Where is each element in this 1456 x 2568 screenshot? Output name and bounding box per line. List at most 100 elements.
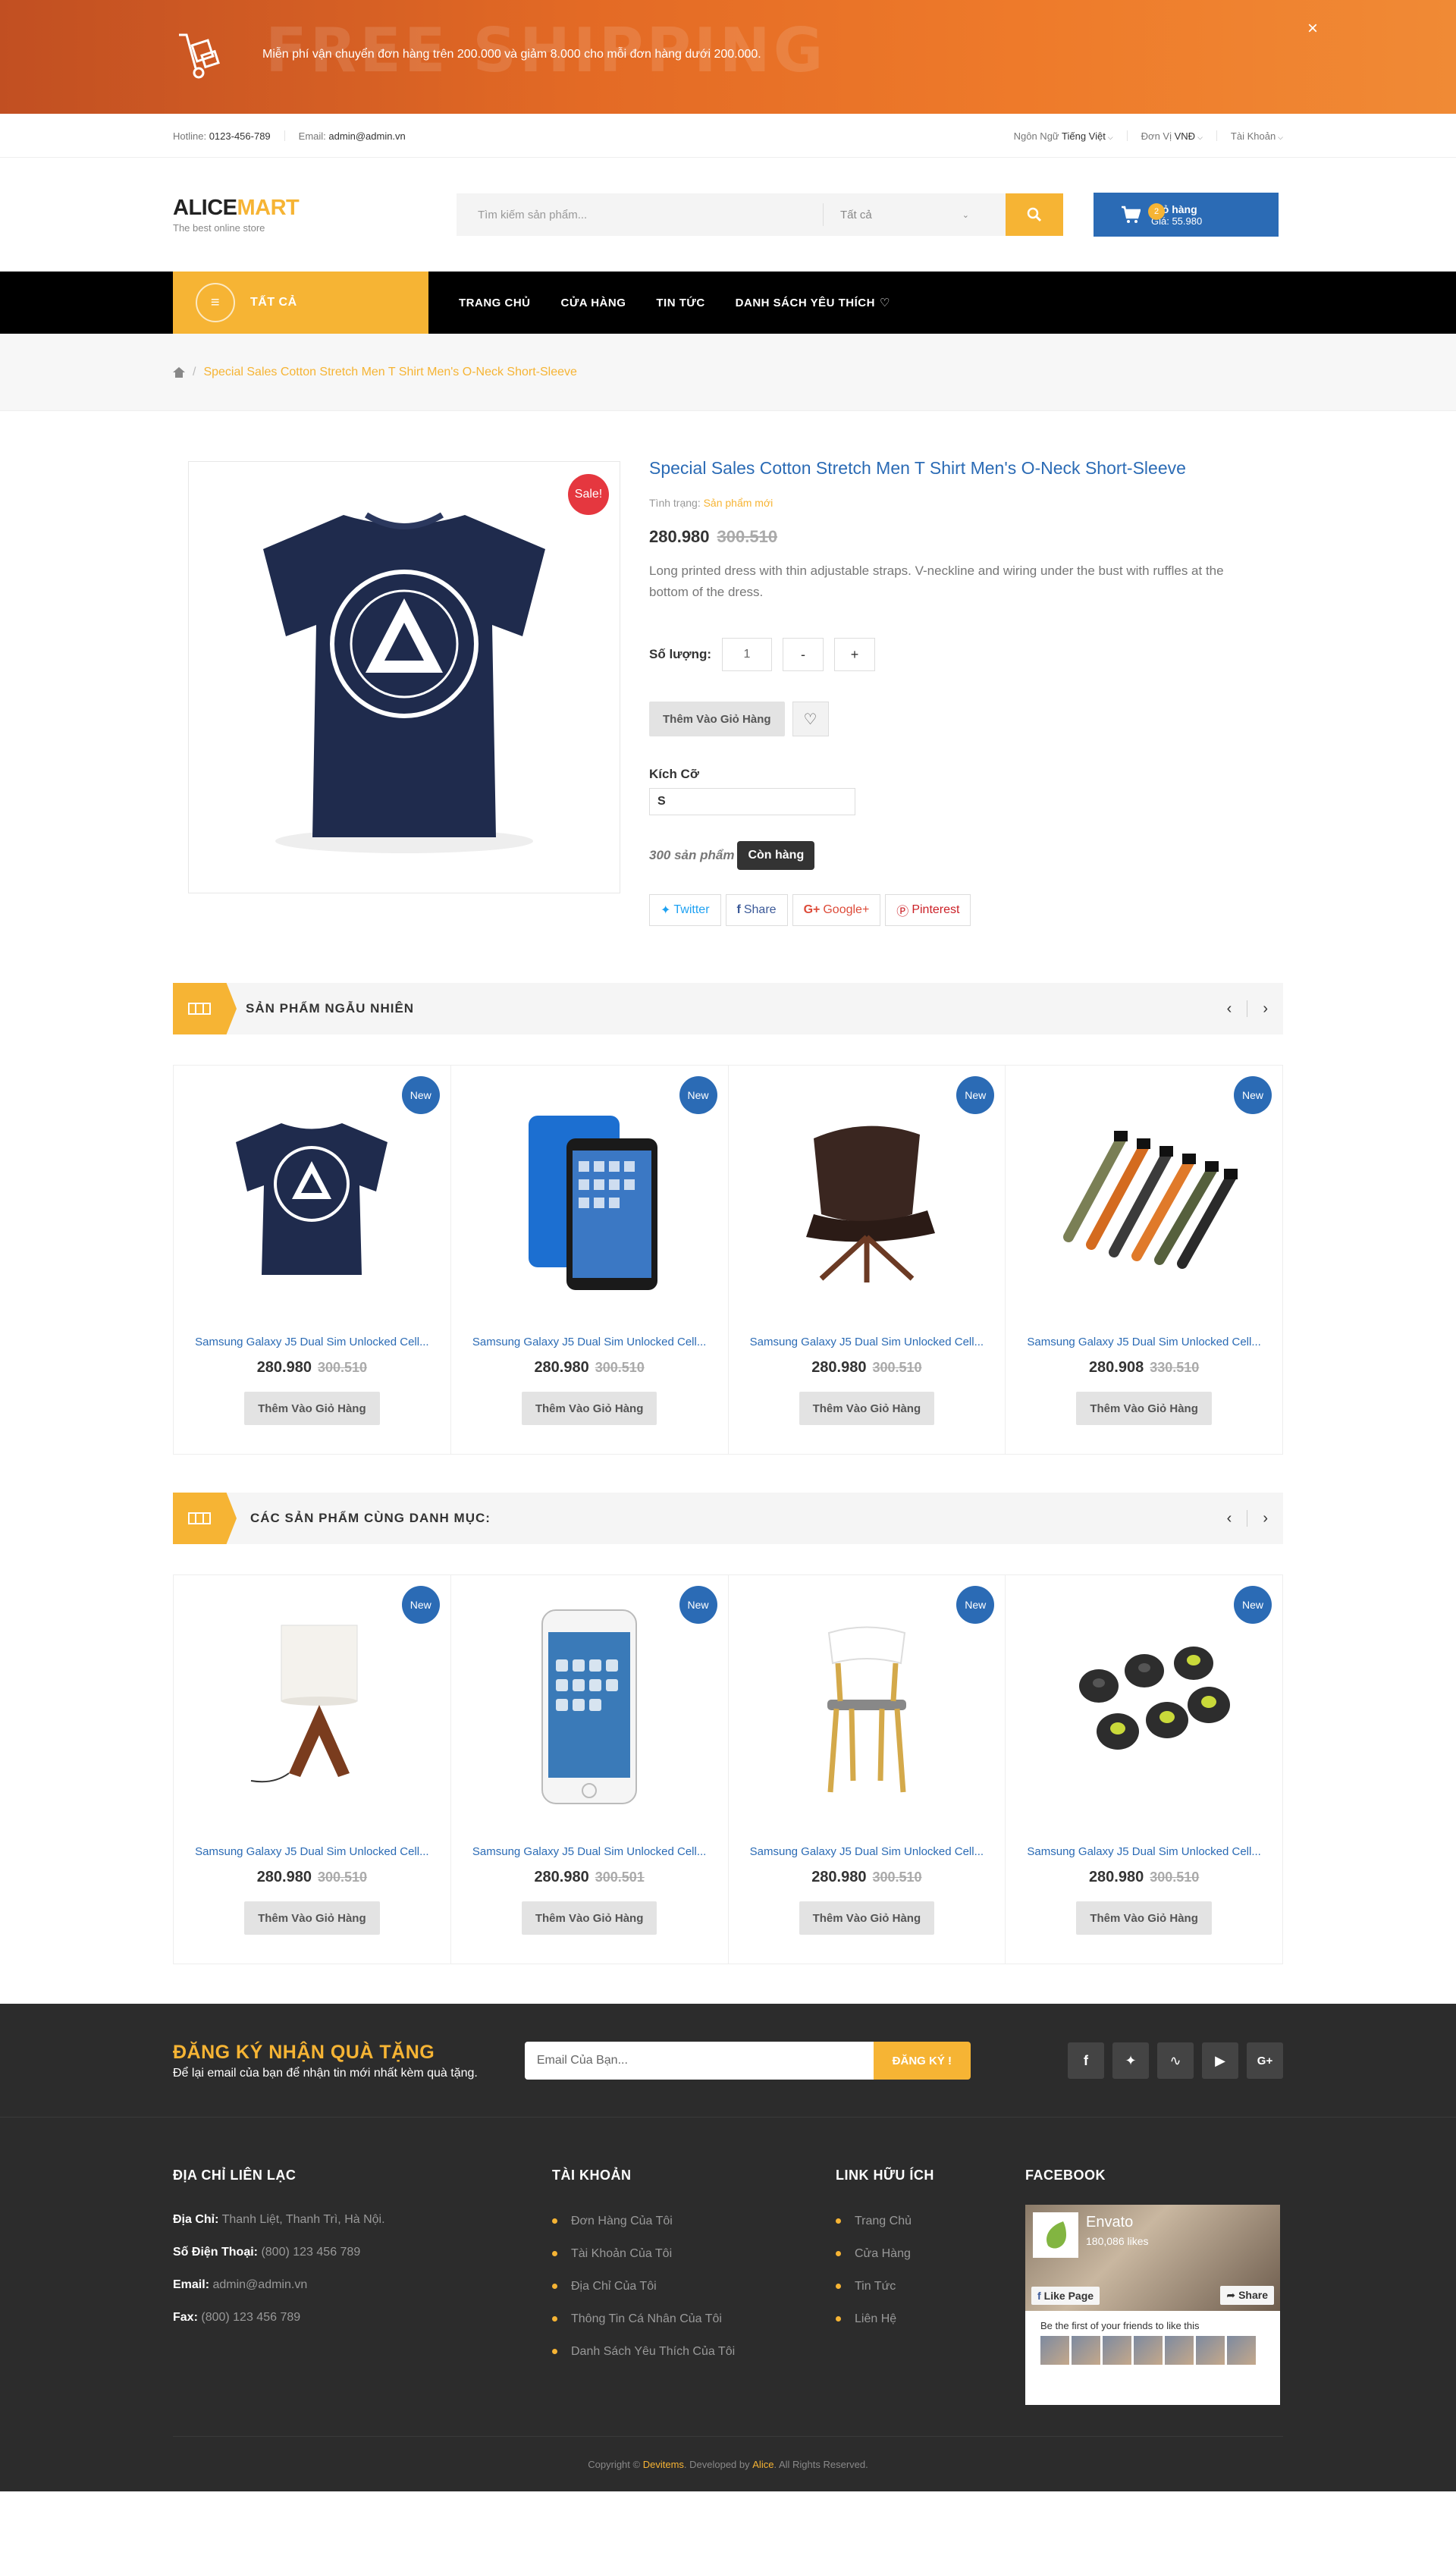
search-input[interactable]: Tìm kiếm sản phẩm... bbox=[457, 193, 823, 236]
header: ALICEMART The best online store Tìm kiếm… bbox=[0, 158, 1456, 272]
rss-icon[interactable]: ∿ bbox=[1157, 2042, 1194, 2079]
google-plus-icon: G+ bbox=[803, 903, 821, 916]
search-button[interactable] bbox=[1006, 193, 1063, 236]
share-button[interactable]: ➦ Share bbox=[1220, 2286, 1274, 2305]
footer-link[interactable]: Danh Sách Yêu Thích Của Tôi bbox=[552, 2335, 836, 2368]
size-label: Kích Cỡ bbox=[649, 767, 699, 781]
footer-facebook-title: FACEBOOK bbox=[1025, 2168, 1106, 2183]
product-card[interactable]: New Samsung Galaxy J5 Dual Sim Unlocked … bbox=[1006, 1066, 1282, 1454]
nav-item-shop[interactable]: CỬA HÀNG bbox=[561, 272, 626, 334]
footer-link[interactable]: Liên Hệ bbox=[836, 2303, 1025, 2335]
nav-item-home[interactable]: TRANG CHỦ bbox=[459, 272, 531, 334]
main-nav: ≡ TẤT CẢ TRANG CHỦ CỬA HÀNG TIN TỨC DANH … bbox=[0, 272, 1456, 334]
pinterest-icon: Ⓟ bbox=[896, 906, 909, 918]
footer-address: Địa Chỉ: Thanh Liệt, Thanh Trì, Hà Nội. bbox=[173, 2213, 385, 2226]
product-price: 280.908 330.510 bbox=[1088, 1359, 1200, 1376]
cart-button[interactable]: 2 Giỏ hàng Giá: 55.980 bbox=[1094, 193, 1279, 237]
share-icon: ➦ bbox=[1226, 2289, 1236, 2301]
home-icon[interactable] bbox=[173, 367, 185, 378]
twitter-icon[interactable]: ✦ bbox=[1112, 2042, 1149, 2079]
section-header: CÁC SẢN PHẨM CÙNG DANH MỤC: ‹ › bbox=[173, 1493, 1283, 1544]
product-card[interactable]: New Samsung Galaxy J5 Dual Sim Unlocked … bbox=[174, 1575, 451, 1964]
new-badge: New bbox=[679, 1586, 717, 1624]
copyright-dev-link[interactable]: Alice bbox=[752, 2459, 774, 2470]
footer-link[interactable]: Cửa Hàng bbox=[836, 2237, 1025, 2270]
newsletter-email-input[interactable]: Email Của Bạn... bbox=[524, 2042, 874, 2080]
close-icon[interactable]: × bbox=[1307, 18, 1318, 39]
decrease-button[interactable]: - bbox=[783, 638, 824, 671]
footer-link[interactable]: Tin Tức bbox=[836, 2270, 1025, 2303]
search-category-select[interactable]: Tất cả ⌄ bbox=[824, 209, 1006, 221]
youtube-icon[interactable]: ▶ bbox=[1202, 2042, 1238, 2079]
facebook-icon[interactable]: f bbox=[1068, 2042, 1104, 2079]
facebook-page-name[interactable]: Envato bbox=[1086, 2214, 1133, 2231]
product-description: Long printed dress with thin adjustable … bbox=[649, 564, 1224, 599]
product-card[interactable]: New Samsung Galaxy J5 Dual Sim Unlocked … bbox=[1006, 1575, 1282, 1964]
product-name: Samsung Galaxy J5 Dual Sim Unlocked Cell… bbox=[749, 1336, 984, 1348]
currency-dropdown[interactable]: Đơn Vị VNĐ ⌵ bbox=[1141, 130, 1203, 142]
product-name: Samsung Galaxy J5 Dual Sim Unlocked Cell… bbox=[472, 1845, 707, 1858]
avatar bbox=[1227, 2336, 1256, 2365]
add-to-cart-button: Thêm Vào Giỏ Hàng bbox=[1076, 1392, 1212, 1425]
cart-icon bbox=[1122, 206, 1141, 223]
new-badge: New bbox=[956, 1076, 995, 1114]
share-facebook-button[interactable]: f Share bbox=[725, 894, 788, 926]
like-page-button[interactable]: f Like Page bbox=[1031, 2287, 1100, 2305]
search-icon bbox=[1027, 207, 1042, 222]
subscribe-button[interactable]: ĐĂNG KÝ ! bbox=[873, 2042, 971, 2080]
new-badge: New bbox=[679, 1076, 717, 1114]
google-plus-icon[interactable]: G+ bbox=[1247, 2042, 1283, 2079]
product-image[interactable]: Sale! bbox=[188, 461, 620, 893]
copyright-brand-link[interactable]: Devitems bbox=[643, 2459, 684, 2470]
chevron-down-icon: ⌄ bbox=[962, 210, 969, 220]
chevron-left-icon[interactable]: ‹ bbox=[1227, 1510, 1232, 1527]
product-card[interactable]: New Samsung Galaxy J5 Dual Sim Unlocked … bbox=[451, 1066, 729, 1454]
product-name: Samsung Galaxy J5 Dual Sim Unlocked Cell… bbox=[749, 1845, 984, 1858]
chevron-right-icon[interactable]: › bbox=[1263, 1000, 1268, 1018]
product-card[interactable]: New Samsung Galaxy J5 Dual Sim Unlocked … bbox=[729, 1575, 1006, 1964]
share-pinterest-button[interactable]: Ⓟ Pinterest bbox=[885, 894, 971, 926]
avatar bbox=[1072, 2336, 1100, 2365]
avatar bbox=[1040, 2336, 1069, 2365]
facebook-widget: Envato 180,086 likes f Like Page ➦ Share B… bbox=[1025, 2205, 1280, 2405]
avatar bbox=[1103, 2336, 1131, 2365]
product-card[interactable]: New Samsung Galaxy J5 Dual Sim Unlocked … bbox=[729, 1066, 1006, 1454]
section-header: SẢN PHẨM NGẪU NHIÊN ‹ › bbox=[173, 983, 1283, 1034]
footer-link[interactable]: Trang Chủ bbox=[836, 2205, 1025, 2237]
share-google-button[interactable]: G+ Google+ bbox=[792, 894, 881, 926]
envato-logo-icon bbox=[1033, 2212, 1078, 2258]
footer-link[interactable]: Đơn Hàng Của Tôi bbox=[552, 2205, 836, 2237]
quantity-input[interactable]: 1 bbox=[722, 638, 772, 671]
hotline: Hotline: 0123-456-789 bbox=[173, 130, 271, 142]
logo[interactable]: ALICEMART The best online store bbox=[173, 196, 457, 234]
section-title: SẢN PHẨM NGẪU NHIÊN bbox=[246, 1001, 415, 1016]
product-card[interactable]: New Samsung Galaxy J5 Dual Sim Unlocked … bbox=[451, 1575, 729, 1964]
product-status: Tình trạng: Sản phẩm mới bbox=[649, 497, 774, 509]
footer-link[interactable]: Địa Chỉ Của Tôi bbox=[552, 2270, 836, 2303]
size-select[interactable]: S bbox=[649, 788, 855, 815]
product-price: 280.980 300.510 bbox=[256, 1359, 368, 1376]
wishlist-button[interactable]: ♡ bbox=[792, 702, 829, 736]
footer-link[interactable]: Tài Khoản Của Tôi bbox=[552, 2237, 836, 2270]
add-to-cart-button: Thêm Vào Giỏ Hàng bbox=[799, 1901, 935, 1935]
nav-item-wishlist[interactable]: DANH SÁCH YÊU THÍCH ♡ bbox=[736, 272, 890, 334]
nav-item-news[interactable]: TIN TỨC bbox=[656, 272, 704, 334]
increase-button[interactable]: + bbox=[834, 638, 875, 671]
product-card[interactable]: New Samsung Galaxy J5 Dual Sim Unlocked … bbox=[174, 1066, 451, 1454]
share-twitter-button[interactable]: ✦ Twitter bbox=[649, 894, 721, 926]
all-categories-button[interactable]: ≡ TẤT CẢ bbox=[173, 272, 428, 334]
product-price: 280.980 300.510 bbox=[256, 1869, 368, 1885]
newsletter-title: ĐĂNG KÝ NHẬN QUÀ TẶNG bbox=[173, 2041, 435, 2063]
facebook-icon: f bbox=[736, 903, 741, 916]
footer-link[interactable]: Thông Tin Cá Nhân Của Tôi bbox=[552, 2303, 836, 2335]
chevron-left-icon[interactable]: ‹ bbox=[1227, 1000, 1232, 1018]
language-dropdown[interactable]: Ngôn Ngữ Tiếng Việt ⌵ bbox=[1014, 130, 1113, 142]
grid-icon bbox=[173, 1493, 237, 1544]
facebook-friends-text: Be the first of your friends to like thi… bbox=[1040, 2320, 1200, 2331]
heart-icon: ♡ bbox=[803, 711, 817, 728]
account-dropdown[interactable]: Tài Khoản ⌵ bbox=[1231, 130, 1283, 142]
chevron-right-icon[interactable]: › bbox=[1263, 1510, 1268, 1527]
product-name: Samsung Galaxy J5 Dual Sim Unlocked Cell… bbox=[195, 1845, 429, 1858]
add-to-cart-button[interactable]: Thêm Vào Giỏ Hàng bbox=[649, 702, 785, 736]
lamp-image bbox=[251, 1625, 358, 1783]
